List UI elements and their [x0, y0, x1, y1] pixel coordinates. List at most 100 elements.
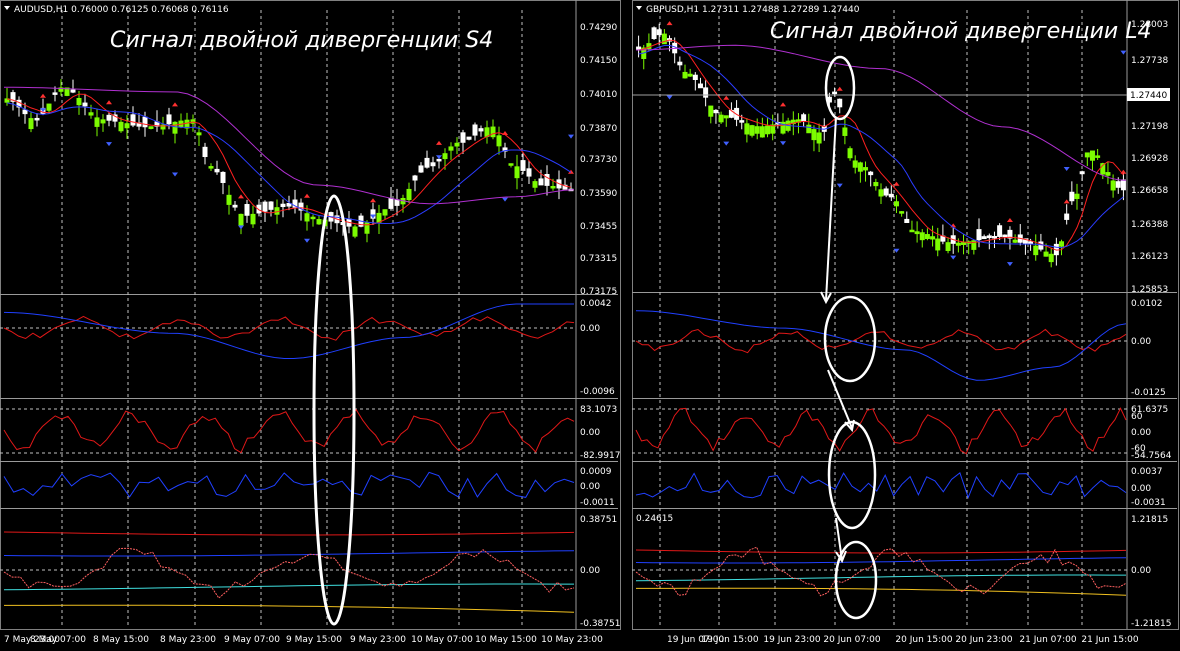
candle-body: [1115, 181, 1121, 188]
panel2-tick: 60: [1131, 412, 1143, 422]
candle-body: [466, 136, 472, 140]
highlight-ellipse: [827, 420, 877, 530]
panel1-tick: 0.0042: [580, 299, 612, 309]
candle-body: [1059, 241, 1065, 247]
chart-header: GBPUSD,H1 1.27311 1.27488 1.27289 1.2744…: [646, 5, 860, 15]
time-axis-label: 19 Jun 15:00: [701, 635, 758, 645]
panel2-tick: 83.1073: [580, 405, 617, 415]
price-axis-tick: 1.25853: [1131, 285, 1168, 295]
candle-body: [811, 129, 817, 141]
candle-body: [352, 226, 358, 237]
panel4-tick: 1.21815: [1131, 515, 1168, 525]
candle-body: [478, 128, 484, 132]
candle-body: [1069, 191, 1075, 202]
fractal-up-arrow: [502, 197, 508, 202]
fractal-down-arrow: [436, 140, 442, 145]
triangle-down-icon[interactable]: [4, 6, 10, 10]
candle-body: [878, 189, 884, 197]
candle-body: [945, 242, 951, 251]
candle-body: [106, 114, 112, 121]
candle-body: [837, 98, 843, 108]
price-axis-tick: 1.27198: [1131, 122, 1168, 132]
momentum-line: [635, 471, 1127, 499]
candle-body: [723, 115, 729, 119]
price-axis-tick: 0.73175: [580, 287, 617, 297]
candle-body: [514, 166, 520, 179]
panel2-tick: 0.00: [580, 428, 600, 438]
band-line: [3, 583, 574, 591]
candle-body: [394, 199, 400, 206]
candle-body: [388, 197, 394, 209]
price-axis-tick: 0.73590: [580, 189, 617, 199]
trading-terminal-screenshot: 0.74290 0.74150 0.74010 0.73870 0.73730 0.735…: [0, 0, 1180, 651]
fractal-down-arrow: [40, 93, 46, 98]
fractal-up-arrow: [436, 155, 442, 160]
signal-title: Сигнал двойной дивергенции S4: [110, 28, 493, 53]
candle-body: [436, 158, 442, 162]
panel4-tick: 0.00: [1131, 566, 1151, 576]
fractal-up-arrow: [666, 95, 673, 100]
panel1-tick: 0.0102: [1131, 299, 1163, 309]
price-axis-tick: 0.74290: [580, 23, 617, 33]
price-axis-tick: 1.26123: [1131, 252, 1168, 262]
time-axis-label: 8 May 23:00: [160, 635, 216, 645]
candle-body: [532, 181, 538, 188]
fractal-down-arrow: [836, 86, 843, 91]
candle-body: [124, 123, 130, 129]
price-axis-tick: 0.73730: [580, 155, 617, 165]
candle-body: [770, 124, 776, 134]
candle-body: [1012, 239, 1018, 243]
candle-body: [759, 126, 765, 138]
fractal-up-arrow: [836, 183, 843, 188]
candle-body: [412, 175, 418, 181]
fractal-up-arrow: [1063, 167, 1070, 172]
panel1-tick: 0.00: [1131, 337, 1151, 347]
candle-body: [142, 116, 148, 128]
price-axis-tick: 0.74010: [580, 90, 617, 100]
panel3-tick: 0.00: [1131, 484, 1151, 494]
candle-body: [976, 229, 982, 241]
time-axis-label: 20 Jun 15:00: [895, 635, 952, 645]
band-line: [4, 604, 575, 613]
rsi-line: [635, 407, 1127, 455]
candle-body: [220, 171, 226, 183]
candle-body: [130, 114, 136, 126]
candle-body: [955, 242, 961, 246]
price-axis-tick: 1.26928: [1131, 154, 1168, 164]
candle-body: [184, 119, 190, 129]
candle-body: [310, 216, 316, 220]
candle-body: [520, 160, 526, 171]
chart-canvas: 0.74290 0.74150 0.74010 0.73870 0.73730 0.735…: [0, 0, 1179, 645]
candle-body: [202, 146, 208, 158]
fractal-up-arrow: [568, 134, 574, 139]
fractal-down-arrow: [1006, 218, 1013, 223]
candle-body: [100, 119, 106, 124]
time-axis-label: 20 Jun 23:00: [955, 635, 1012, 645]
candle-body: [226, 194, 232, 205]
panel4-tick: -0.38751: [580, 619, 620, 629]
price-axis-tick: 1.26658: [1131, 186, 1168, 196]
fractal-up-arrow: [172, 172, 178, 177]
price-axis-tick: 1.26388: [1131, 220, 1168, 230]
signal-title: Сигнал двойной дивергенции L4: [770, 19, 1151, 44]
fractal-down-arrow: [666, 21, 673, 26]
candle-body: [801, 114, 807, 122]
price-axis-tick: 0.74150: [580, 56, 617, 66]
candle-body: [708, 105, 714, 117]
fractal-down-arrow: [238, 194, 244, 199]
candle-body: [935, 238, 941, 251]
candle-body: [1043, 251, 1049, 257]
time-axis-label: 19 Jun 23:00: [763, 635, 820, 645]
candle-body: [208, 166, 214, 169]
candle-body: [196, 132, 202, 136]
candle-body: [1074, 193, 1080, 199]
candle-body: [749, 125, 755, 136]
candle-body: [765, 125, 771, 135]
candle-body: [244, 204, 250, 216]
fractal-down-arrow: [893, 181, 900, 186]
triangle-down-icon[interactable]: [636, 6, 642, 10]
moving-average-mid: [638, 44, 1124, 249]
candle-body: [744, 123, 750, 135]
candle-body: [697, 83, 703, 89]
fractal-up-arrow: [238, 225, 244, 230]
